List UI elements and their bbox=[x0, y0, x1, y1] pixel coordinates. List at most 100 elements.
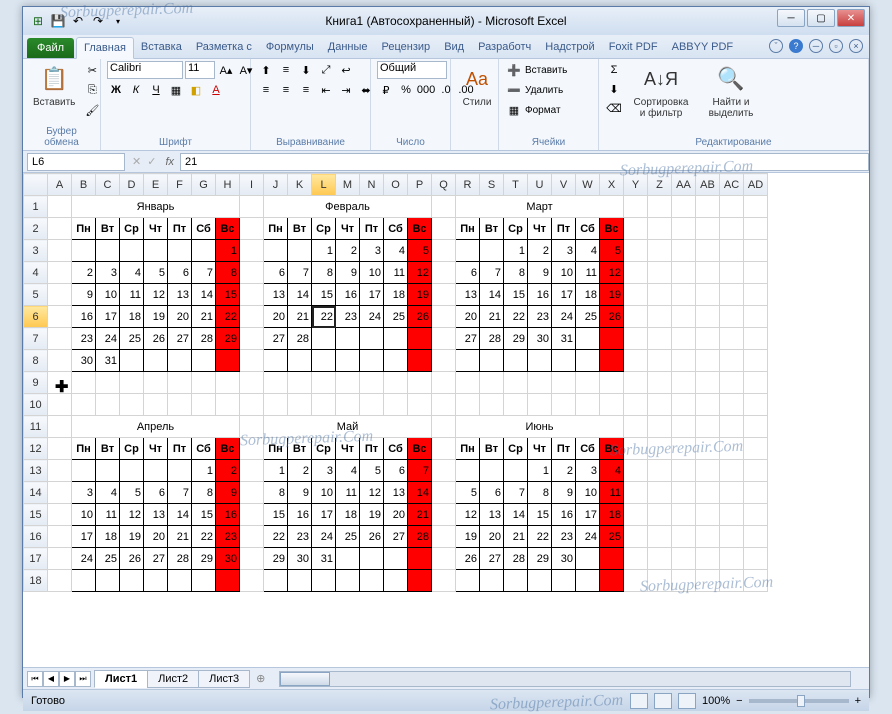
date-cell[interactable]: 29 bbox=[504, 328, 528, 350]
bold-icon[interactable]: Ж bbox=[107, 81, 125, 99]
cell-Q4[interactable] bbox=[432, 262, 456, 284]
day-header[interactable]: Вс bbox=[408, 218, 432, 240]
row-header-10[interactable]: 10 bbox=[24, 394, 48, 416]
col-header-O[interactable]: O bbox=[384, 174, 408, 196]
cell-T18[interactable] bbox=[504, 570, 528, 592]
date-cell[interactable]: 29 bbox=[216, 328, 240, 350]
cell-AD6[interactable] bbox=[744, 306, 768, 328]
date-cell[interactable]: 17 bbox=[96, 306, 120, 328]
cell-AA9[interactable] bbox=[672, 372, 696, 394]
date-cell[interactable]: 7 bbox=[168, 482, 192, 504]
name-box[interactable]: L6 bbox=[27, 153, 125, 171]
cell-Y17[interactable] bbox=[624, 548, 648, 570]
date-cell[interactable]: 17 bbox=[552, 284, 576, 306]
cell-L7[interactable] bbox=[312, 328, 336, 350]
date-cell[interactable]: 14 bbox=[288, 284, 312, 306]
day-header[interactable]: Ср bbox=[312, 438, 336, 460]
view-normal-icon[interactable] bbox=[630, 693, 648, 709]
cell-D18[interactable] bbox=[120, 570, 144, 592]
date-cell[interactable]: 18 bbox=[120, 306, 144, 328]
row-header-7[interactable]: 7 bbox=[24, 328, 48, 350]
cell-I11[interactable] bbox=[240, 416, 264, 438]
date-cell[interactable]: 22 bbox=[192, 526, 216, 548]
date-cell[interactable]: 29 bbox=[192, 548, 216, 570]
date-cell[interactable]: 20 bbox=[456, 306, 480, 328]
cell-A16[interactable] bbox=[48, 526, 72, 548]
cell-R9[interactable] bbox=[456, 372, 480, 394]
date-cell[interactable]: 9 bbox=[72, 284, 96, 306]
day-header[interactable]: Пн bbox=[456, 438, 480, 460]
date-cell[interactable]: 2 bbox=[216, 460, 240, 482]
currency-icon[interactable]: ₽ bbox=[377, 81, 395, 99]
date-cell[interactable]: 18 bbox=[600, 504, 624, 526]
date-cell[interactable]: 6 bbox=[144, 482, 168, 504]
row-header-16[interactable]: 16 bbox=[24, 526, 48, 548]
autosum-icon[interactable]: Σ bbox=[605, 61, 623, 79]
doc-close-icon[interactable]: × bbox=[849, 39, 863, 53]
cell-AD10[interactable] bbox=[744, 394, 768, 416]
date-cell[interactable]: 3 bbox=[576, 460, 600, 482]
cell-Q10[interactable] bbox=[432, 394, 456, 416]
cell-Y8[interactable] bbox=[624, 350, 648, 372]
day-header[interactable]: Вт bbox=[288, 438, 312, 460]
cell-L9[interactable] bbox=[312, 372, 336, 394]
cell-AB6[interactable] bbox=[696, 306, 720, 328]
cell-J9[interactable] bbox=[264, 372, 288, 394]
day-header[interactable]: Пн bbox=[72, 438, 96, 460]
date-cell[interactable]: 30 bbox=[288, 548, 312, 570]
day-header[interactable]: Пт bbox=[552, 438, 576, 460]
date-cell[interactable]: 24 bbox=[72, 548, 96, 570]
day-header[interactable]: Чт bbox=[528, 218, 552, 240]
date-cell[interactable]: 25 bbox=[600, 526, 624, 548]
cell-T9[interactable] bbox=[504, 372, 528, 394]
cell-K8[interactable] bbox=[288, 350, 312, 372]
zoom-slider[interactable] bbox=[749, 699, 849, 703]
cell-P9[interactable] bbox=[408, 372, 432, 394]
cell-A14[interactable] bbox=[48, 482, 72, 504]
cell-T8[interactable] bbox=[504, 350, 528, 372]
date-cell[interactable]: 3 bbox=[312, 460, 336, 482]
day-header[interactable]: Вс bbox=[408, 438, 432, 460]
cell-Q2[interactable] bbox=[432, 218, 456, 240]
cell-Y10[interactable] bbox=[624, 394, 648, 416]
cell-N8[interactable] bbox=[360, 350, 384, 372]
cells-insert-button[interactable]: ➕Вставить bbox=[505, 61, 567, 79]
align-right-icon[interactable]: ≡ bbox=[297, 81, 315, 99]
cell-J3[interactable] bbox=[264, 240, 288, 262]
cell-E18[interactable] bbox=[144, 570, 168, 592]
cell-Y14[interactable] bbox=[624, 482, 648, 504]
date-cell[interactable]: 19 bbox=[360, 504, 384, 526]
date-cell[interactable]: 3 bbox=[360, 240, 384, 262]
comma-icon[interactable]: 000 bbox=[417, 81, 435, 99]
cell-B18[interactable] bbox=[72, 570, 96, 592]
date-cell[interactable]: 17 bbox=[72, 526, 96, 548]
cell-G9[interactable] bbox=[192, 372, 216, 394]
cell-AD14[interactable] bbox=[744, 482, 768, 504]
col-header-Q[interactable]: Q bbox=[432, 174, 456, 196]
cell-Z6[interactable] bbox=[648, 306, 672, 328]
date-cell[interactable]: 15 bbox=[312, 284, 336, 306]
cell-W8[interactable] bbox=[576, 350, 600, 372]
cell-AC18[interactable] bbox=[720, 570, 744, 592]
date-cell[interactable]: 11 bbox=[600, 482, 624, 504]
sheet-tab-1[interactable]: Лист2 bbox=[147, 670, 199, 688]
cell-Z14[interactable] bbox=[648, 482, 672, 504]
cell-N18[interactable] bbox=[360, 570, 384, 592]
cell-K3[interactable] bbox=[288, 240, 312, 262]
date-cell[interactable]: 11 bbox=[576, 262, 600, 284]
cell-AC9[interactable] bbox=[720, 372, 744, 394]
day-header[interactable]: Ср bbox=[504, 438, 528, 460]
cell-A13[interactable] bbox=[48, 460, 72, 482]
align-left-icon[interactable]: ≡ bbox=[257, 81, 275, 99]
cell-AC8[interactable] bbox=[720, 350, 744, 372]
cell-A1[interactable] bbox=[48, 196, 72, 218]
date-cell[interactable]: 2 bbox=[288, 460, 312, 482]
percent-icon[interactable]: % bbox=[397, 81, 415, 99]
day-header[interactable]: Чт bbox=[144, 438, 168, 460]
cell-A5[interactable] bbox=[48, 284, 72, 306]
help-icon[interactable]: ? bbox=[789, 39, 803, 53]
cell-Z18[interactable] bbox=[648, 570, 672, 592]
tab-nav-prev-icon[interactable]: ◀ bbox=[43, 671, 59, 687]
row-header-17[interactable]: 17 bbox=[24, 548, 48, 570]
cell-Q3[interactable] bbox=[432, 240, 456, 262]
